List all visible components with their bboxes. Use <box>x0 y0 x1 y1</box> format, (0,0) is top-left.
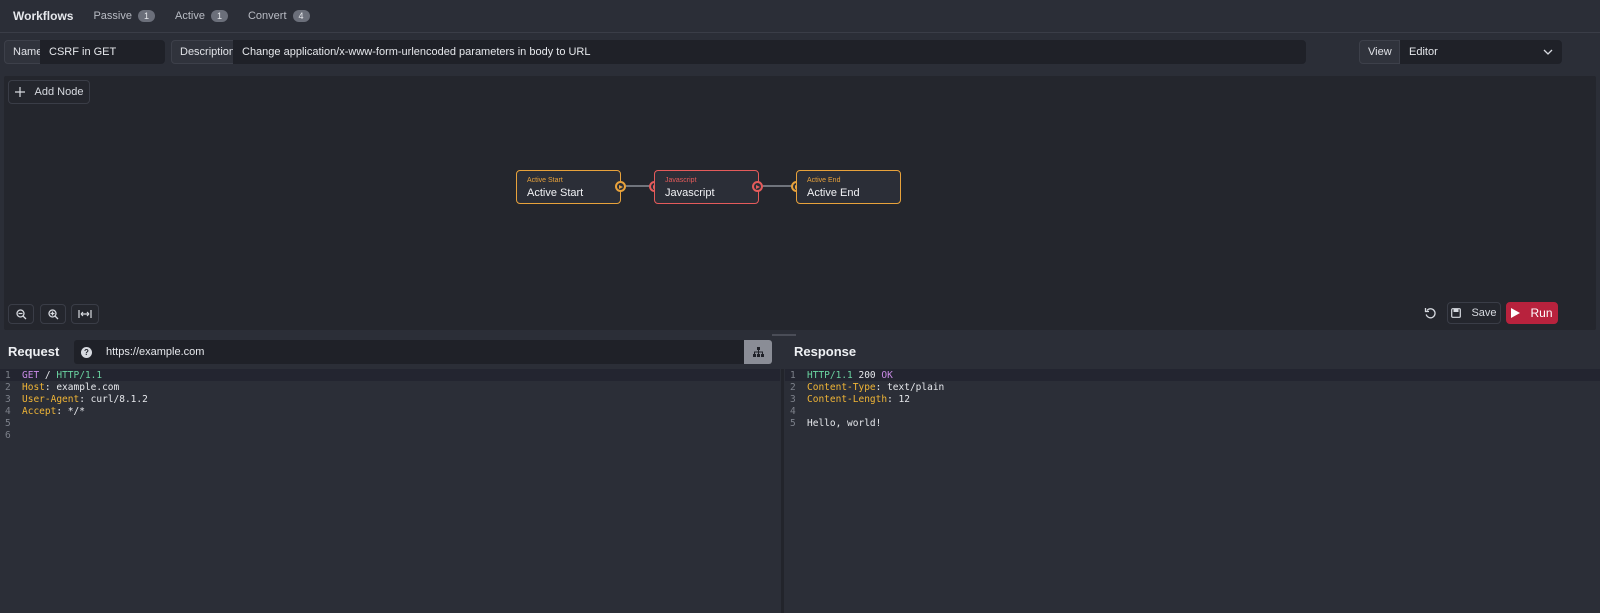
line-number: 3 <box>790 393 796 405</box>
tab-label: Active <box>175 10 205 22</box>
line-number: 3 <box>5 393 11 405</box>
resize-handle[interactable] <box>772 334 796 336</box>
tab-label: Passive <box>93 10 132 22</box>
url-bar: ? https://example.com <box>74 340 772 364</box>
status-code: 200 <box>852 369 882 381</box>
node-javascript[interactable]: Javascript Javascript <box>654 170 759 204</box>
zoom-in-button[interactable] <box>40 304 66 324</box>
node-kind-label: Active End <box>807 177 841 184</box>
pane-divider[interactable] <box>781 369 784 613</box>
top-bar: Workflows Passive 1 Active 1 Convert 4 <box>0 0 1600 33</box>
zoom-out-icon <box>15 308 26 319</box>
request-editor[interactable]: 1 GET / HTTP/1.1 2 Host: example.com 3 User… <box>0 369 780 613</box>
tab-convert[interactable]: Convert 4 <box>248 10 310 22</box>
code-line: 5 <box>0 417 780 429</box>
header-name: User-Agent <box>22 393 80 405</box>
status-reason: OK <box>881 369 893 381</box>
save-button[interactable]: Save <box>1447 302 1501 324</box>
header-value: : 12 <box>887 393 910 405</box>
play-icon <box>1511 308 1521 318</box>
zoom-out-button[interactable] <box>8 304 34 324</box>
request-title: Request <box>8 344 60 359</box>
tab-count-badge: 1 <box>137 10 155 22</box>
tab-label: Convert <box>247 10 287 22</box>
response-body: Hello, world! <box>807 417 882 429</box>
fit-view-button[interactable] <box>71 304 99 324</box>
node-title: Active End <box>807 187 860 199</box>
fit-width-icon <box>78 310 92 318</box>
line-number: 5 <box>790 417 796 429</box>
save-label: Save <box>1471 307 1497 319</box>
output-port[interactable] <box>752 181 763 192</box>
header-value: : example.com <box>44 381 120 393</box>
line-number: 1 <box>790 369 796 381</box>
url-input[interactable]: https://example.com <box>106 346 204 358</box>
code-line: 6 <box>0 429 780 441</box>
tab-passive[interactable]: Passive 1 <box>93 10 155 22</box>
code-line: 2 Content-Type: text/plain <box>785 381 1600 393</box>
line-number: 4 <box>5 405 11 417</box>
response-editor[interactable]: 1 HTTP/1.1 200 OK 2 Content-Type: text/pla… <box>785 369 1600 613</box>
code-line: 1 GET / HTTP/1.1 <box>0 369 780 381</box>
code-line: 2 Host: example.com <box>0 381 780 393</box>
view-select[interactable]: Editor <box>1400 40 1562 64</box>
line-number: 4 <box>790 405 796 417</box>
save-icon <box>1451 308 1462 318</box>
header-name: Content-Type <box>807 381 876 393</box>
node-title: Active Start <box>527 187 584 199</box>
line-number: 6 <box>5 429 11 441</box>
code-line: 4 <box>785 405 1600 417</box>
node-active-end[interactable]: Active End Active End <box>796 170 901 204</box>
header-value: : curl/8.1.2 <box>79 393 148 405</box>
header-name: Host <box>22 381 45 393</box>
code-line: 4 Accept: */* <box>0 405 780 417</box>
view-label: View <box>1359 40 1400 64</box>
line-number: 5 <box>5 417 11 429</box>
header-value: : text/plain <box>875 381 945 393</box>
code-line: 3 Content-Length: 12 <box>785 393 1600 405</box>
code-line: 1 HTTP/1.1 200 OK <box>785 369 1600 381</box>
http-method: GET <box>22 369 40 381</box>
description-input[interactable]: Change application/x-www-form-urlencoded… <box>233 40 1306 64</box>
code-line: 5 Hello, world! <box>785 417 1600 429</box>
workflow-canvas[interactable]: Add Node Active Start Active Start Javas… <box>4 76 1596 330</box>
zoom-in-icon <box>47 308 58 319</box>
node-title: Javascript <box>665 187 715 199</box>
header-name: Content-Length <box>807 393 888 405</box>
header-value: : */* <box>56 405 85 417</box>
tab-count-badge: 1 <box>210 10 228 22</box>
name-input[interactable]: CSRF in GET <box>40 40 165 64</box>
tab-active[interactable]: Active 1 <box>175 10 228 22</box>
app-title: Workflows <box>13 9 74 23</box>
node-kind-label: Active Start <box>527 177 563 184</box>
node-active-start[interactable]: Active Start Active Start <box>516 170 621 204</box>
view-select-value: Editor <box>1409 46 1438 58</box>
workflow-details-bar: Name CSRF in GET Description Change appl… <box>0 36 1600 68</box>
request-path: / <box>39 369 57 381</box>
line-number: 1 <box>5 369 11 381</box>
output-port[interactable] <box>615 181 626 192</box>
svg-text:?: ? <box>84 348 89 357</box>
tab-count-badge: 4 <box>292 10 310 22</box>
run-label: Run <box>1530 306 1553 320</box>
line-number: 2 <box>790 381 796 393</box>
chevron-down-icon <box>1543 49 1553 55</box>
run-button[interactable]: Run <box>1506 302 1558 324</box>
http-protocol: HTTP/1.1 <box>56 369 103 381</box>
line-number: 2 <box>5 381 11 393</box>
help-icon[interactable]: ? <box>81 346 92 358</box>
code-line: 3 User-Agent: curl/8.1.2 <box>0 393 780 405</box>
node-kind-label: Javascript <box>665 177 697 184</box>
reset-icon[interactable] <box>1424 307 1437 320</box>
http-protocol: HTTP/1.1 <box>807 369 853 381</box>
response-title: Response <box>794 344 857 359</box>
header-name: Accept <box>22 405 57 417</box>
sitemap-button[interactable] <box>744 340 772 364</box>
sitemap-icon <box>752 347 764 357</box>
